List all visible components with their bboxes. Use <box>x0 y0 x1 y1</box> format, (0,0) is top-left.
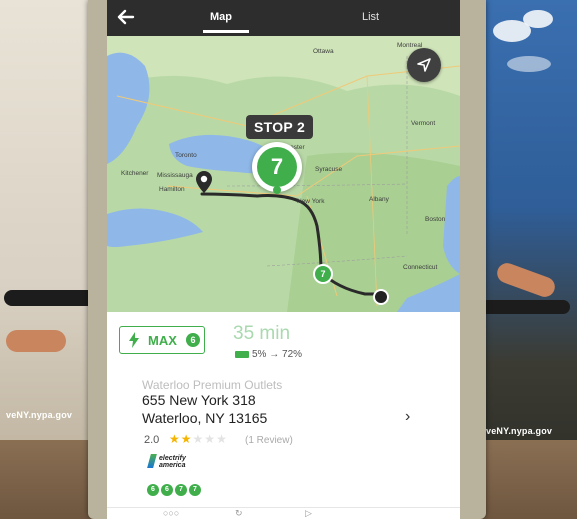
destination-marker[interactable] <box>373 289 389 305</box>
map-city-label: Toronto <box>175 152 197 159</box>
map-city-label: Kitchener <box>121 170 149 177</box>
network-logo-mark <box>147 454 157 468</box>
stop-info-panel: MAX 6 35 min 5% → 72% Waterloo Premium O… <box>107 312 460 519</box>
stop-pin-dot <box>273 186 281 194</box>
battery-icon <box>235 350 249 358</box>
charging-stop-marker-small[interactable]: 7 <box>313 264 333 284</box>
star-icon: ★ <box>204 432 217 446</box>
star-icon: ★ <box>169 432 181 446</box>
lightning-bolt-icon <box>129 332 139 348</box>
map-city-label: Connecticut <box>403 264 438 271</box>
arrow-left-icon[interactable] <box>115 6 137 28</box>
network-logo: electrify america <box>147 452 201 474</box>
bike-handlebar <box>4 290 96 306</box>
start-location-pin-icon[interactable] <box>195 170 213 194</box>
rating-stars: ★★★★★ <box>169 432 228 446</box>
more-dots-icon[interactable]: ○○○ <box>163 508 179 518</box>
charge-mode-button[interactable]: MAX 6 <box>119 326 205 354</box>
connector-list: 6677 <box>147 478 203 496</box>
map-city-label: Albany <box>369 196 389 203</box>
navigation-arrow-icon[interactable] <box>407 48 441 82</box>
charge-range-text: 5% → 72% <box>252 349 303 360</box>
kiosk-screen: Map List Ottawa Montreal Toronto Mississ… <box>107 0 460 519</box>
connector-badge: 6 <box>147 484 159 496</box>
route-icon[interactable]: ▷ <box>305 508 312 519</box>
rating-value: 2.0 <box>144 434 160 446</box>
address-line1: 655 New York 318 <box>142 392 256 408</box>
tab-map[interactable]: Map <box>210 11 232 23</box>
stop-label: STOP 2 <box>246 115 314 139</box>
connector-badge: 7 <box>175 484 187 496</box>
charging-stop-marker[interactable]: 7 <box>252 142 302 194</box>
chevron-right-icon[interactable]: › <box>405 408 410 426</box>
charge-duration: 35 min <box>233 323 291 344</box>
place-name: Waterloo Premium Outlets <box>142 378 283 392</box>
bottom-navigation: ○○○ ↻ ▷ <box>107 507 460 519</box>
compass-glyph <box>417 58 431 72</box>
charge-range: 5% → 72% <box>235 349 302 360</box>
map-city-label: Ottawa <box>313 48 334 55</box>
route-map[interactable]: Ottawa Montreal Toronto Mississauga Hami… <box>107 36 460 312</box>
charge-mode-label: MAX <box>148 333 177 348</box>
cloud <box>523 10 553 28</box>
person-arm <box>6 330 66 352</box>
connector-badge: 6 <box>161 484 173 496</box>
stop-number: 7 <box>257 147 297 187</box>
star-icon: ★ <box>192 432 205 446</box>
charge-mode-badge: 6 <box>186 333 200 347</box>
network-logo-text: electrify america <box>159 455 186 469</box>
wall-text-right: veNY.nypa.gov <box>486 426 553 436</box>
map-city-label: Hamilton <box>159 186 185 193</box>
map-city-label: Syracuse <box>315 166 343 173</box>
history-icon[interactable]: ↻ <box>235 508 243 519</box>
map-city-label: Boston <box>425 216 446 223</box>
address-line2: Waterloo, NY 13165 <box>142 410 268 426</box>
tab-active-indicator <box>203 30 249 33</box>
wall-text-left: veNY.nypa.gov <box>6 410 73 420</box>
top-bar: Map List <box>107 0 460 36</box>
bike-handlebar <box>480 300 570 314</box>
map-city-label: New York <box>297 198 325 205</box>
connector-badge: 7 <box>189 484 201 496</box>
map-city-label: Vermont <box>411 120 436 127</box>
cloud <box>507 56 551 72</box>
map-city-label: Mississauga <box>157 172 193 179</box>
star-icon: ★ <box>180 432 193 446</box>
tab-list[interactable]: List <box>362 11 379 23</box>
review-count[interactable]: (1 Review) <box>245 435 293 446</box>
star-icon: ★ <box>216 432 228 446</box>
